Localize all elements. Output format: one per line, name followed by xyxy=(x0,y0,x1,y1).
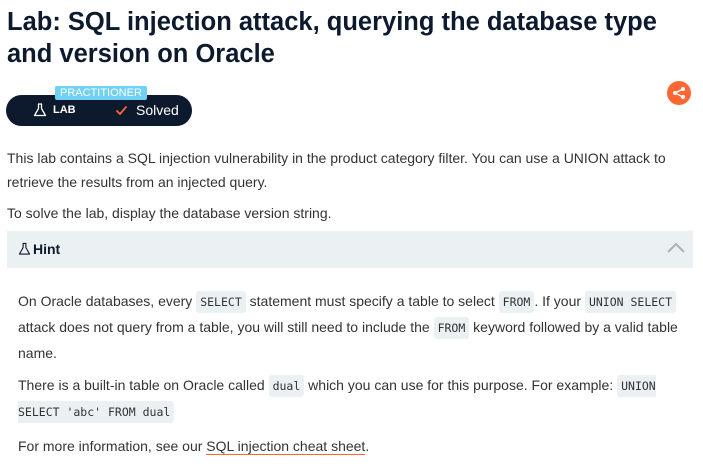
hint-paragraph-2: There is a built-in table on Oracle call… xyxy=(18,373,678,425)
lab-title: Lab: SQL injection attack, querying the … xyxy=(7,8,657,68)
chevron-up-icon[interactable] xyxy=(666,242,686,254)
check-icon xyxy=(116,106,127,115)
hint-text: . xyxy=(365,438,370,454)
hint-toggle[interactable]: Hint xyxy=(7,231,693,268)
hint-text: statement must specify a table to select xyxy=(245,293,499,309)
hint-text: On Oracle databases, every xyxy=(18,293,197,309)
hint-label: Hint xyxy=(33,241,61,257)
share-icon xyxy=(673,87,685,99)
hint-text: . If your xyxy=(534,293,585,309)
flask-icon xyxy=(33,103,47,117)
code-from: FROM xyxy=(498,291,535,313)
cheat-sheet-link[interactable]: SQL injection cheat sheet xyxy=(206,438,366,455)
share-button[interactable] xyxy=(667,81,691,105)
lab-description: This lab contains a SQL injection vulner… xyxy=(7,150,666,190)
hint-text: There is a built-in table on Oracle call… xyxy=(18,377,269,393)
code-dual: dual xyxy=(268,375,305,397)
hint-text: which you can use for this purpose. For … xyxy=(304,377,618,393)
flask-icon xyxy=(18,242,31,255)
hint-paragraph-3: For more information, see our SQL inject… xyxy=(18,434,678,459)
level-tag: PRACTITIONER xyxy=(55,86,147,100)
code-union-select: UNION SELECT xyxy=(584,291,677,313)
lab-objective: To solve the lab, display the database v… xyxy=(7,205,332,221)
code-select: SELECT xyxy=(196,291,246,313)
code-from: FROM xyxy=(433,317,470,339)
lab-status-label: Solved xyxy=(136,102,179,118)
hint-text: attack does not query from a table, you … xyxy=(18,319,434,335)
lab-type-label: LAB xyxy=(53,104,76,116)
hint-paragraph-1: On Oracle databases, every SELECT statem… xyxy=(18,289,678,366)
hint-text: For more information, see our xyxy=(18,438,207,454)
